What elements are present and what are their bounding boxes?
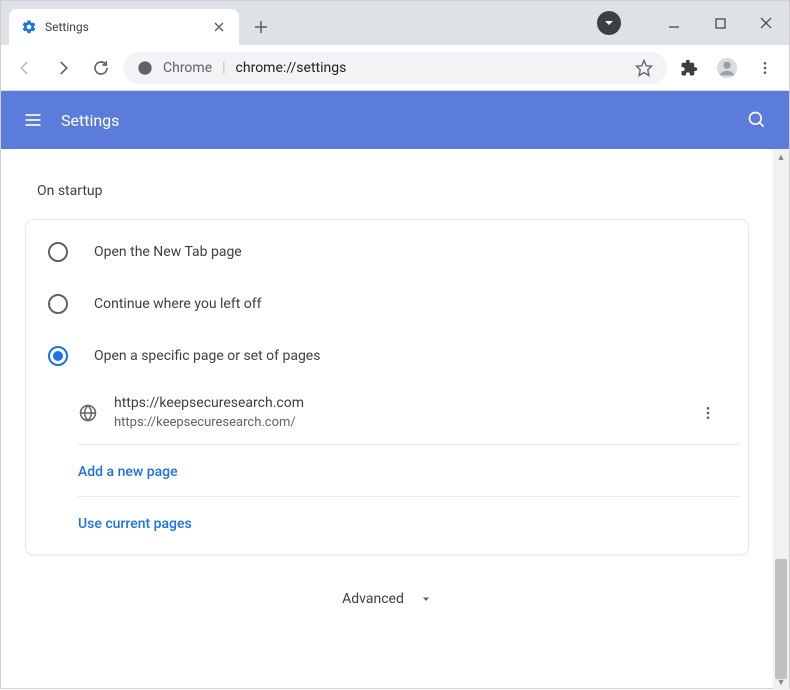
link-label: Use current pages <box>78 516 192 532</box>
settings-content: On startup Open the New Tab page Continu… <box>1 149 773 690</box>
use-current-pages-link[interactable]: Use current pages <box>78 497 740 548</box>
omnibox-chrome-label: Chrome <box>163 60 212 76</box>
browser-tab[interactable]: Settings <box>9 9 239 45</box>
appbar-title: Settings <box>61 111 119 130</box>
close-window-button[interactable] <box>743 5 789 41</box>
advanced-toggle[interactable]: Advanced <box>25 591 749 607</box>
scroll-down-arrow-icon[interactable]: ▼ <box>773 674 789 690</box>
add-new-page-link[interactable]: Add a new page <box>78 445 740 497</box>
tab-title: Settings <box>45 20 203 34</box>
chevron-down-icon <box>420 593 432 605</box>
close-icon[interactable] <box>211 19 227 35</box>
scroll-thumb[interactable] <box>775 559 787 679</box>
globe-icon <box>78 403 98 423</box>
reload-button[interactable] <box>85 52 117 84</box>
radio-specific-pages[interactable]: Open a specific page or set of pages <box>26 330 748 382</box>
gear-icon <box>21 19 37 35</box>
back-button[interactable] <box>9 52 41 84</box>
radio-label: Open a specific page or set of pages <box>94 348 320 364</box>
address-bar: Chrome | chrome://settings <box>1 45 789 91</box>
section-heading: On startup <box>37 183 749 199</box>
more-actions-button[interactable] <box>692 397 724 429</box>
window-controls <box>597 1 789 45</box>
radio-icon <box>48 242 68 262</box>
radio-label: Continue where you left off <box>94 296 262 312</box>
startup-page-row: https://keepsecuresearch.com https://kee… <box>78 382 740 445</box>
startup-card: Open the New Tab page Continue where you… <box>25 219 749 555</box>
profile-avatar-icon[interactable] <box>711 52 743 84</box>
link-label: Add a new page <box>78 464 178 480</box>
vertical-scrollbar[interactable]: ▲ ▼ <box>773 149 789 690</box>
extensions-icon[interactable] <box>673 52 705 84</box>
window-titlebar: Settings <box>1 1 789 45</box>
search-button[interactable] <box>737 100 777 140</box>
minimize-button[interactable] <box>651 5 697 41</box>
radio-new-tab[interactable]: Open the New Tab page <box>26 226 748 278</box>
radio-icon <box>48 294 68 314</box>
scroll-up-arrow-icon[interactable]: ▲ <box>773 149 789 165</box>
menu-dots-icon[interactable] <box>749 52 781 84</box>
bookmark-star-icon[interactable] <box>635 59 653 77</box>
omnibox-divider: | <box>222 60 225 76</box>
radio-continue[interactable]: Continue where you left off <box>26 278 748 330</box>
omnibox-path: chrome://settings <box>236 60 347 76</box>
startup-page-url: https://keepsecuresearch.com/ <box>114 414 676 432</box>
omnibox[interactable]: Chrome | chrome://settings <box>123 52 667 84</box>
hamburger-menu-button[interactable] <box>13 100 53 140</box>
settings-appbar: Settings <box>1 91 789 149</box>
radio-icon <box>48 346 68 366</box>
chrome-icon <box>137 60 153 76</box>
radio-label: Open the New Tab page <box>94 244 242 260</box>
profile-badge[interactable] <box>597 11 621 35</box>
advanced-label: Advanced <box>342 591 404 607</box>
forward-button[interactable] <box>47 52 79 84</box>
new-tab-button[interactable] <box>247 13 275 41</box>
maximize-button[interactable] <box>697 5 743 41</box>
startup-page-title: https://keepsecuresearch.com <box>114 394 676 414</box>
